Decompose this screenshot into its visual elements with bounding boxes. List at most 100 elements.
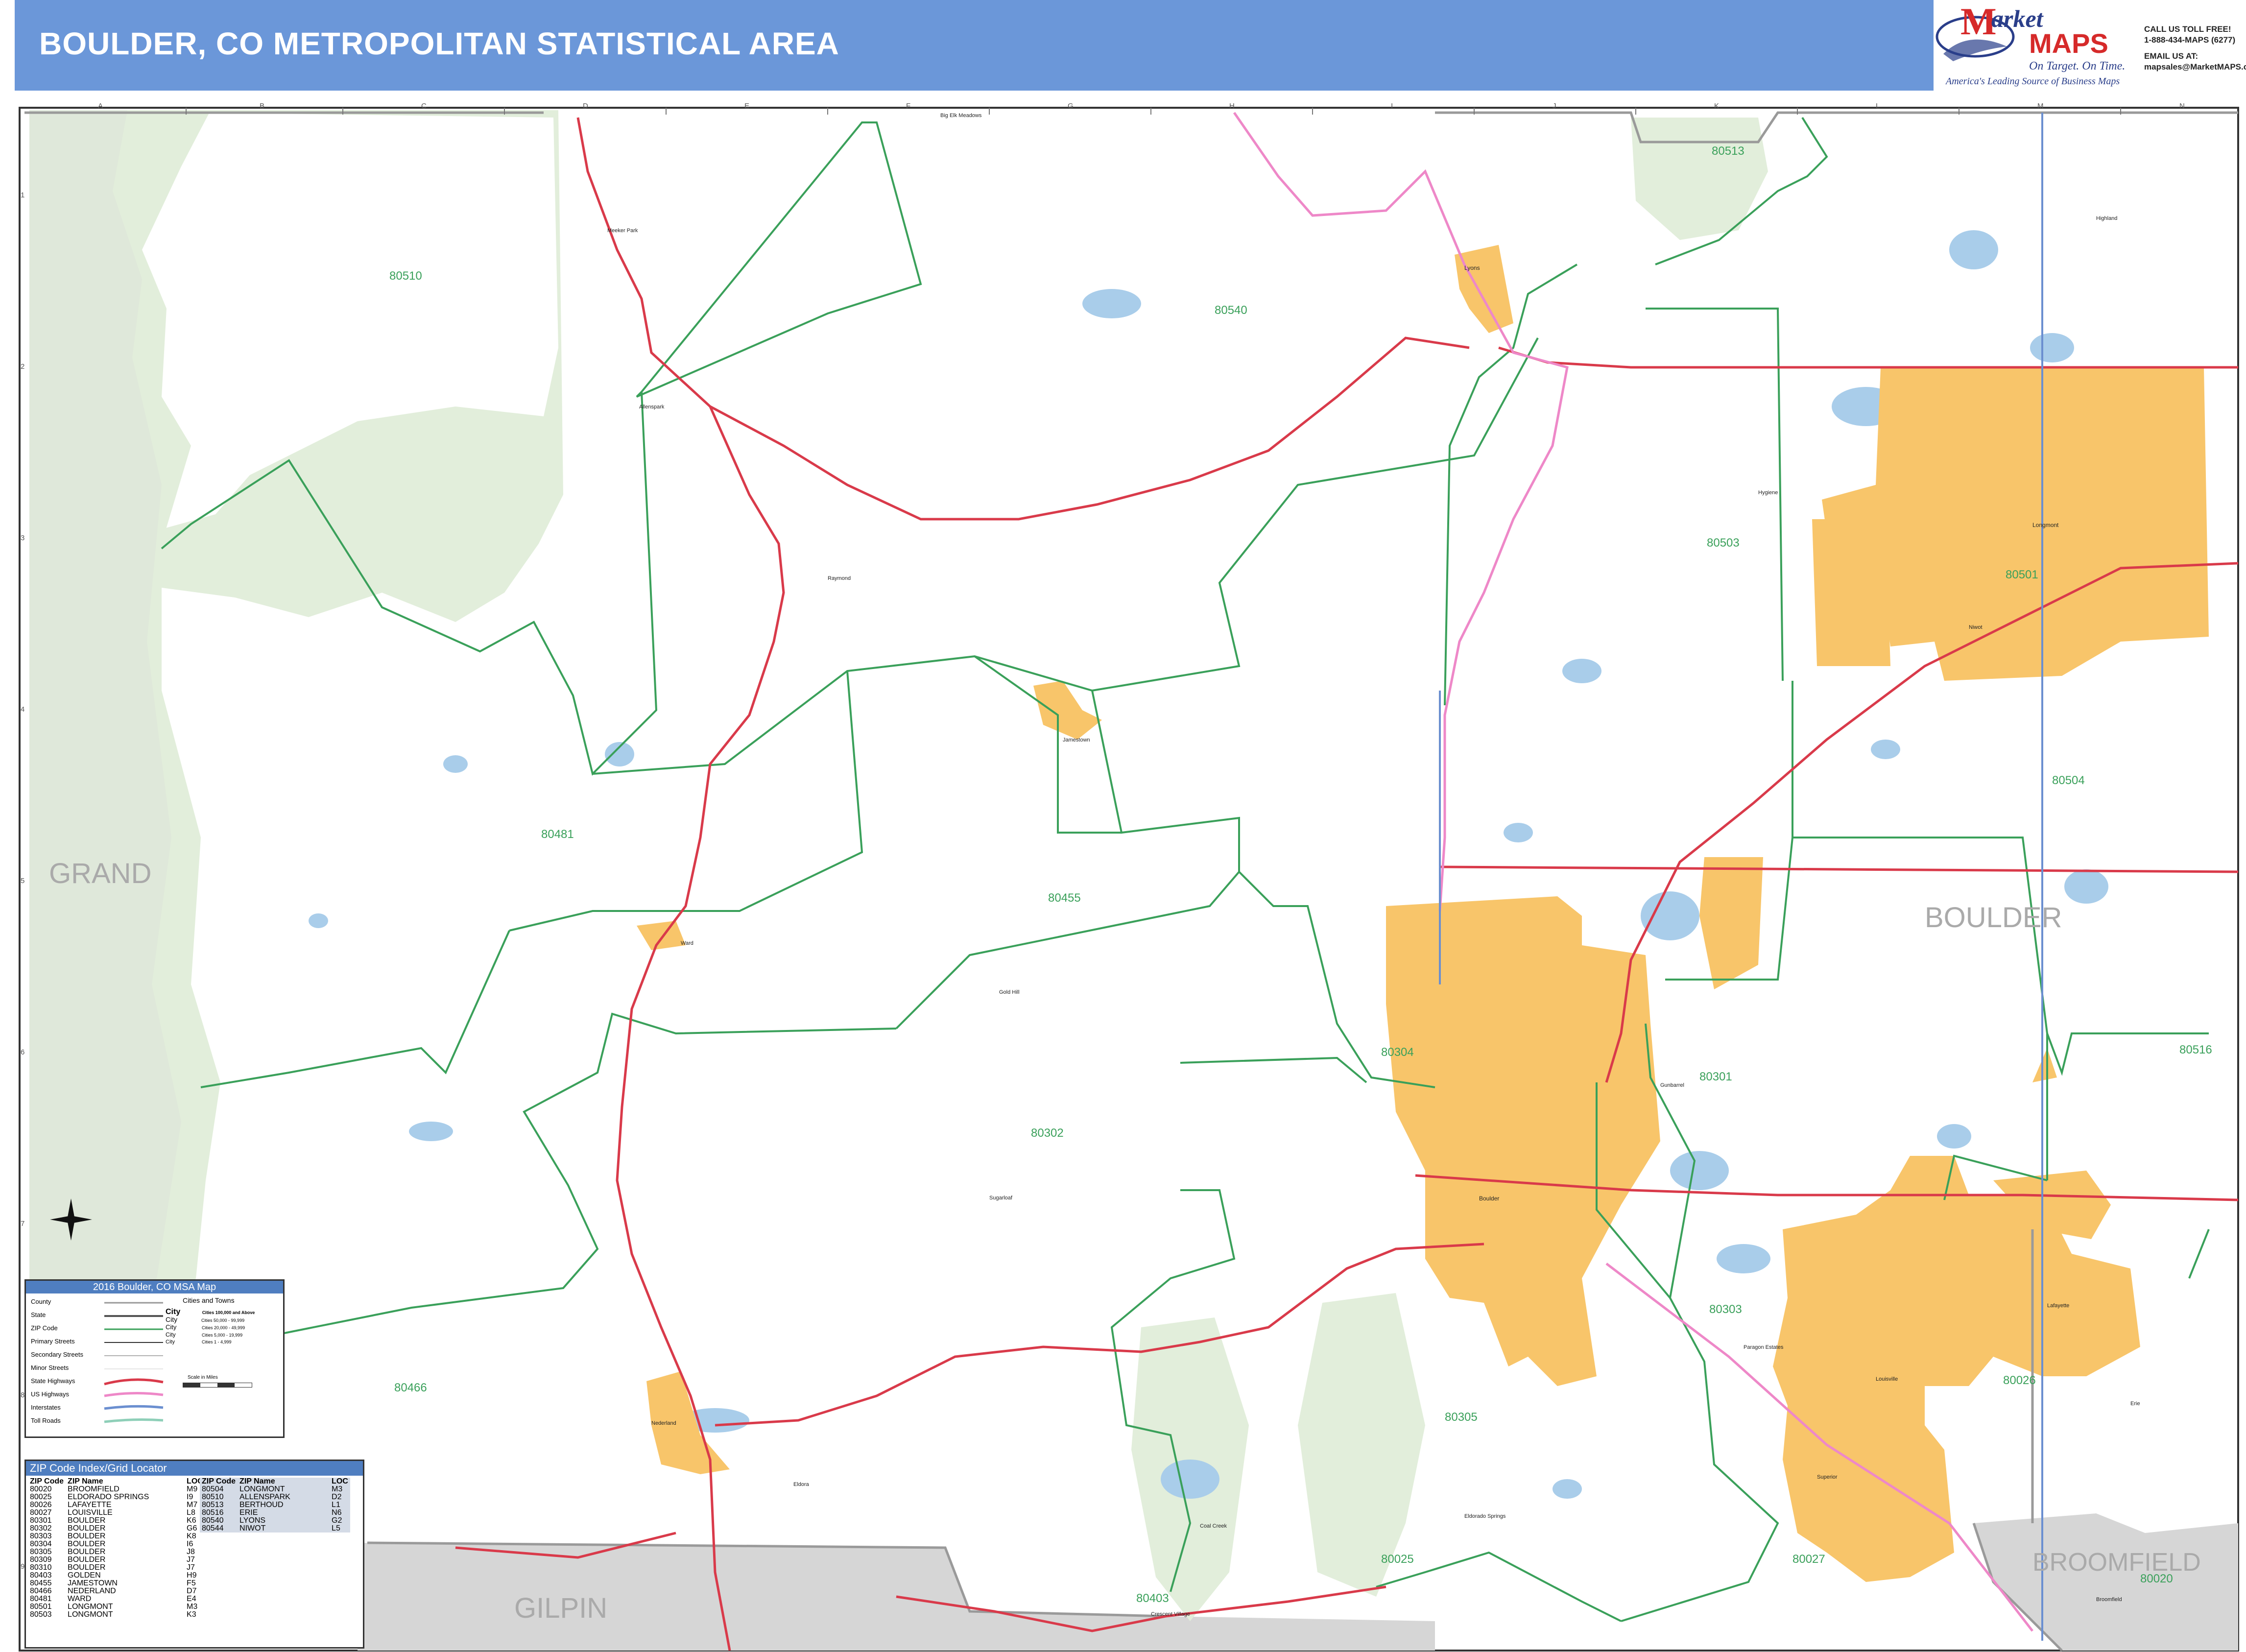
brand-logo: M arket MAPS On Target. On Time. America…: [1934, 0, 2139, 91]
col-header: ZIP Name: [68, 1477, 103, 1485]
legend-item: Minor Streets: [31, 1364, 69, 1371]
zip-label: 80020: [2140, 1572, 2173, 1585]
table-cell: M3: [330, 1485, 350, 1493]
grid-col-f: F: [906, 102, 911, 110]
table-row: 80025 ELDORADO SPRINGS I9: [28, 1493, 205, 1501]
table-cell: ALLENSPARK: [238, 1493, 330, 1501]
table-cell: L5: [330, 1525, 350, 1532]
table-row: 80304 BOULDER I6: [28, 1540, 205, 1548]
zip-index-right: ZIP Code ZIP Name LOC 80504 LONGMONT M3 8051…: [200, 1478, 350, 1532]
table-cell: BOULDER: [68, 1532, 106, 1540]
city-size: Cities 100,000 and Above: [202, 1310, 255, 1315]
table-cell: 80544: [200, 1525, 238, 1532]
table-row: 80544 NIWOT L5: [200, 1525, 350, 1532]
place-label: Louisville: [1876, 1376, 1898, 1382]
grid-col-c: C: [421, 102, 427, 110]
map-area[interactable]: A B C D E F G H I J K L M N 1 2 3 4 5 6 …: [15, 102, 2246, 1652]
legend-item: Interstates: [31, 1404, 61, 1411]
zip-label: 80301: [1699, 1070, 1732, 1083]
table-cell: 80466: [30, 1587, 52, 1595]
table-cell: 80303: [30, 1532, 52, 1540]
grid-row-3: 3: [21, 534, 25, 542]
zip-label: 80305: [1445, 1411, 1478, 1424]
zip-index-panel: ZIP Code Index/Grid Locator ZIP Code ZIP …: [24, 1460, 364, 1649]
longmont-west: [1812, 519, 1890, 666]
county-label-boulder: BOULDER: [1925, 902, 2062, 934]
grid-row-1: 1: [21, 191, 25, 199]
table-cell: LONGMONT: [238, 1485, 330, 1493]
grid-col-i: I: [1391, 102, 1393, 110]
table-cell: E4: [187, 1595, 196, 1603]
zip-label: 80481: [541, 828, 574, 841]
legend-item: State Highways: [31, 1377, 75, 1385]
county-label-grand: GRAND: [49, 858, 152, 889]
table-cell: 80481: [30, 1595, 52, 1603]
legend-scale-label: Scale in Miles: [188, 1375, 218, 1380]
city-sample: City: [166, 1339, 175, 1345]
zip-label: 80026: [2003, 1374, 2036, 1387]
place-label: Superior: [1817, 1474, 1838, 1480]
city-size: Cities 20,000 - 49,999: [202, 1325, 245, 1330]
place-label: Paragon Estates: [1744, 1344, 1784, 1350]
table-cell: BOULDER: [68, 1516, 106, 1525]
zip-label: 80503: [1707, 536, 1740, 550]
legend-title: 2016 Boulder, CO MSA Map: [26, 1281, 283, 1293]
legend-item: State: [31, 1311, 46, 1318]
place-label: Boulder: [1479, 1195, 1500, 1202]
email-label: EMAIL US AT:: [2144, 51, 2198, 61]
place-label: Broomfield: [2096, 1597, 2122, 1603]
svg-text:On Target. On Time.: On Target. On Time.: [2029, 60, 2125, 72]
table-cell: 80027: [30, 1508, 52, 1517]
table-cell: BOULDER: [68, 1563, 106, 1572]
table-cell: D2: [330, 1493, 350, 1501]
table-row: 80501 LONGMONT M3: [28, 1603, 205, 1611]
scale-bar: [183, 1383, 252, 1388]
contact-info: CALL US TOLL FREE! 1-888-434-MAPS (6277)…: [2140, 0, 2246, 91]
place-label: Highland: [2096, 215, 2118, 221]
email-address: mapsales@MarketMAPS.com: [2144, 62, 2246, 72]
legend-cities-title: Cities and Towns: [183, 1296, 235, 1304]
table-row: 80510 ALLENSPARK D2: [200, 1493, 350, 1501]
legend-item: Toll Roads: [31, 1417, 61, 1424]
place-label: Sugarloaf: [989, 1195, 1013, 1201]
logo-graphic: M arket MAPS On Target. On Time. America…: [1935, 0, 2125, 87]
table-row: 80027 LOUISVILLE L8: [28, 1509, 205, 1517]
table-cell: M3: [187, 1603, 198, 1611]
zip-label: 80304: [1381, 1046, 1414, 1059]
grid-row-4: 4: [21, 705, 25, 714]
table-cell: LONGMONT: [68, 1610, 113, 1619]
grid-row-7: 7: [21, 1220, 25, 1228]
table-row: 80301 BOULDER K6: [28, 1517, 205, 1525]
table-cell: N6: [330, 1509, 350, 1517]
zip-label: 80540: [1215, 304, 1247, 317]
table-row: 80504 LONGMONT M3: [200, 1485, 350, 1493]
legend-item: County: [31, 1298, 51, 1305]
map-legend: 2016 Boulder, CO MSA Map County State ZI…: [24, 1279, 285, 1438]
place-label: Gunbarrel: [1660, 1082, 1684, 1088]
call-label: CALL US TOLL FREE!: [2144, 24, 2231, 34]
table-cell: 80510: [200, 1493, 238, 1501]
place-label: Meeker Park: [607, 228, 638, 234]
city-sample: City: [166, 1308, 181, 1316]
zip-label: 80510: [389, 269, 422, 283]
table-cell: 80540: [200, 1517, 238, 1525]
table-row: 80310 BOULDER J7: [28, 1564, 205, 1572]
zip-label: 80455: [1048, 891, 1081, 905]
place-label: Eldora: [793, 1482, 809, 1487]
table-row: 80466 NEDERLAND D7: [28, 1587, 205, 1595]
legend-cities: City Cities 100,000 and Above City Citie…: [166, 1308, 278, 1347]
table-cell: 80302: [30, 1524, 52, 1532]
place-label: Nederland: [651, 1420, 676, 1426]
table-cell: L1: [330, 1501, 350, 1509]
table-cell: 80305: [30, 1548, 52, 1556]
zip-label: 80513: [1712, 144, 1744, 158]
grid-col-a: A: [98, 102, 103, 110]
grid-col-d: D: [583, 102, 588, 110]
table-row: 80305 BOULDER J8: [28, 1548, 205, 1556]
table-cell: LONGMONT: [68, 1603, 113, 1611]
zip-label: 80025: [1381, 1553, 1414, 1566]
table-row: 80026 LAFAYETTE M7: [28, 1501, 205, 1509]
city-size: Cities 50,000 - 99,999: [201, 1318, 245, 1323]
table-cell: 80504: [200, 1485, 238, 1493]
city-size: Cities 5,000 - 19,999: [202, 1333, 243, 1338]
